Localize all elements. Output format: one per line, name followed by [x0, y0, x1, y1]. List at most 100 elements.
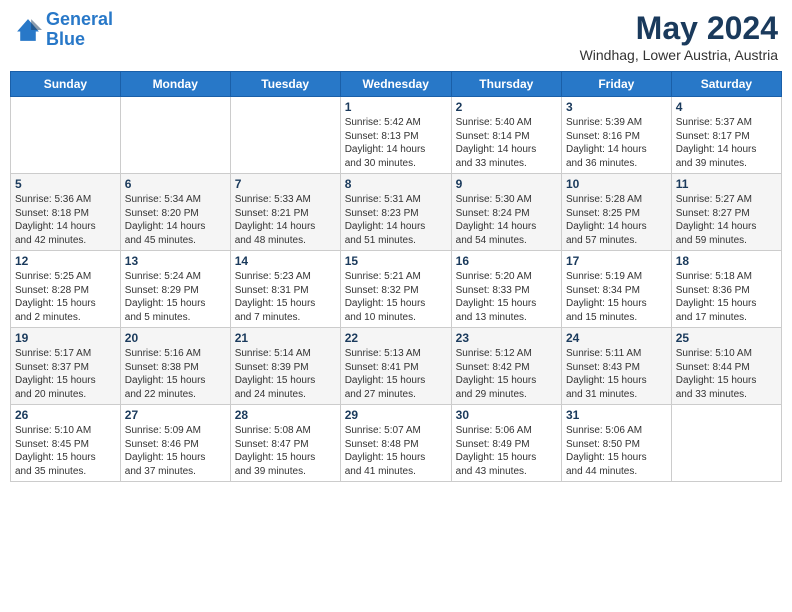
day-number: 25 [676, 331, 777, 345]
day-number: 20 [125, 331, 226, 345]
day-number: 7 [235, 177, 336, 191]
day-info: Sunrise: 5:42 AM Sunset: 8:13 PM Dayligh… [345, 116, 447, 170]
weekday-header-tuesday: Tuesday [230, 72, 340, 97]
day-number: 8 [345, 177, 447, 191]
calendar-cell: 4 Sunrise: 5:37 AM Sunset: 8:17 PM Daylig… [671, 97, 781, 174]
day-info: Sunrise: 5:16 AM Sunset: 8:38 PM Dayligh… [125, 347, 226, 401]
calendar-cell: 8 Sunrise: 5:31 AM Sunset: 8:23 PM Daylig… [340, 174, 451, 251]
day-number: 1 [345, 100, 447, 114]
day-number: 18 [676, 254, 777, 268]
calendar-cell: 2 Sunrise: 5:40 AM Sunset: 8:14 PM Daylig… [451, 97, 561, 174]
day-info: Sunrise: 5:40 AM Sunset: 8:14 PM Dayligh… [456, 116, 557, 170]
calendar-cell: 13Sunrise: 5:24 AM Sunset: 8:29 PM Dayli… [120, 251, 230, 328]
calendar-cell: 14 Sunrise: 5:23 AM Sunset: 8:31 PM Dayli… [230, 251, 340, 328]
calendar-cell: 11Sunrise: 5:27 AM Sunset: 8:27 PM Dayli… [671, 174, 781, 251]
day-number: 5 [15, 177, 116, 191]
weekday-header-thursday: Thursday [451, 72, 561, 97]
day-number: 4 [676, 100, 777, 114]
location-subtitle: Windhag, Lower Austria, Austria [580, 47, 778, 63]
calendar-cell [120, 97, 230, 174]
day-number: 26 [15, 408, 116, 422]
day-number: 2 [456, 100, 557, 114]
day-info: Sunrise: 5:34 AM Sunset: 8:20 PM Dayligh… [125, 193, 226, 247]
calendar-cell: 19 Sunrise: 5:17 AM Sunset: 8:37 PM Dayli… [11, 328, 121, 405]
calendar-cell: 29Sunrise: 5:07 AM Sunset: 8:48 PM Dayli… [340, 405, 451, 482]
calendar-cell [671, 405, 781, 482]
calendar-cell: 21 Sunrise: 5:14 AM Sunset: 8:39 PM Dayli… [230, 328, 340, 405]
week-row-2: 5 Sunrise: 5:36 AM Sunset: 8:18 PM Daylig… [11, 174, 782, 251]
week-row-1: 1 Sunrise: 5:42 AM Sunset: 8:13 PM Daylig… [11, 97, 782, 174]
day-info: Sunrise: 5:06 AM Sunset: 8:50 PM Dayligh… [566, 424, 667, 478]
day-number: 22 [345, 331, 447, 345]
day-number: 3 [566, 100, 667, 114]
day-number: 24 [566, 331, 667, 345]
day-info: Sunrise: 5:36 AM Sunset: 8:18 PM Dayligh… [15, 193, 116, 247]
calendar-cell: 24 Sunrise: 5:11 AM Sunset: 8:43 PM Dayli… [561, 328, 671, 405]
day-number: 15 [345, 254, 447, 268]
day-number: 31 [566, 408, 667, 422]
calendar-cell: 10Sunrise: 5:28 AM Sunset: 8:25 PM Dayli… [561, 174, 671, 251]
day-info: Sunrise: 5:19 AM Sunset: 8:34 PM Dayligh… [566, 270, 667, 324]
weekday-header-sunday: Sunday [11, 72, 121, 97]
calendar-cell: 26 Sunrise: 5:10 AM Sunset: 8:45 PM Dayli… [11, 405, 121, 482]
day-info: Sunrise: 5:25 AM Sunset: 8:28 PM Dayligh… [15, 270, 116, 324]
day-info: Sunrise: 5:07 AM Sunset: 8:48 PM Dayligh… [345, 424, 447, 478]
page-header: General Blue May 2024 Windhag, Lower Aus… [10, 10, 782, 63]
calendar-cell: 5 Sunrise: 5:36 AM Sunset: 8:18 PM Daylig… [11, 174, 121, 251]
logo-text: General Blue [46, 10, 113, 50]
calendar-cell: 25 Sunrise: 5:10 AM Sunset: 8:44 PM Dayli… [671, 328, 781, 405]
calendar-cell: 23Sunrise: 5:12 AM Sunset: 8:42 PM Dayli… [451, 328, 561, 405]
day-info: Sunrise: 5:37 AM Sunset: 8:17 PM Dayligh… [676, 116, 777, 170]
calendar-cell: 28 Sunrise: 5:08 AM Sunset: 8:47 PM Dayli… [230, 405, 340, 482]
day-number: 28 [235, 408, 336, 422]
day-number: 30 [456, 408, 557, 422]
day-info: Sunrise: 5:10 AM Sunset: 8:45 PM Dayligh… [15, 424, 116, 478]
day-info: Sunrise: 5:31 AM Sunset: 8:23 PM Dayligh… [345, 193, 447, 247]
week-row-4: 19 Sunrise: 5:17 AM Sunset: 8:37 PM Dayli… [11, 328, 782, 405]
month-title: May 2024 [580, 10, 778, 47]
calendar-cell: 20 Sunrise: 5:16 AM Sunset: 8:38 PM Dayli… [120, 328, 230, 405]
day-info: Sunrise: 5:28 AM Sunset: 8:25 PM Dayligh… [566, 193, 667, 247]
day-number: 27 [125, 408, 226, 422]
day-info: Sunrise: 5:10 AM Sunset: 8:44 PM Dayligh… [676, 347, 777, 401]
day-number: 14 [235, 254, 336, 268]
logo: General Blue [14, 10, 113, 50]
day-number: 12 [15, 254, 116, 268]
day-number: 19 [15, 331, 116, 345]
day-info: Sunrise: 5:30 AM Sunset: 8:24 PM Dayligh… [456, 193, 557, 247]
calendar-cell [11, 97, 121, 174]
calendar-cell: 30Sunrise: 5:06 AM Sunset: 8:49 PM Dayli… [451, 405, 561, 482]
weekday-header-monday: Monday [120, 72, 230, 97]
day-info: Sunrise: 5:20 AM Sunset: 8:33 PM Dayligh… [456, 270, 557, 324]
day-number: 11 [676, 177, 777, 191]
day-info: Sunrise: 5:18 AM Sunset: 8:36 PM Dayligh… [676, 270, 777, 324]
title-block: May 2024 Windhag, Lower Austria, Austria [580, 10, 778, 63]
day-info: Sunrise: 5:13 AM Sunset: 8:41 PM Dayligh… [345, 347, 447, 401]
calendar-cell: 15 Sunrise: 5:21 AM Sunset: 8:32 PM Dayli… [340, 251, 451, 328]
day-info: Sunrise: 5:23 AM Sunset: 8:31 PM Dayligh… [235, 270, 336, 324]
day-info: Sunrise: 5:11 AM Sunset: 8:43 PM Dayligh… [566, 347, 667, 401]
calendar-cell: 22 Sunrise: 5:13 AM Sunset: 8:41 PM Dayli… [340, 328, 451, 405]
day-info: Sunrise: 5:08 AM Sunset: 8:47 PM Dayligh… [235, 424, 336, 478]
calendar-cell [230, 97, 340, 174]
calendar-cell: 16 Sunrise: 5:20 AM Sunset: 8:33 PM Dayli… [451, 251, 561, 328]
calendar-cell: 18 Sunrise: 5:18 AM Sunset: 8:36 PM Dayli… [671, 251, 781, 328]
day-number: 6 [125, 177, 226, 191]
calendar-cell: 31 Sunrise: 5:06 AM Sunset: 8:50 PM Dayli… [561, 405, 671, 482]
day-number: 16 [456, 254, 557, 268]
day-info: Sunrise: 5:24 AM Sunset: 8:29 PM Dayligh… [125, 270, 226, 324]
day-number: 17 [566, 254, 667, 268]
logo-icon [14, 16, 42, 44]
day-info: Sunrise: 5:09 AM Sunset: 8:46 PM Dayligh… [125, 424, 226, 478]
day-number: 21 [235, 331, 336, 345]
day-info: Sunrise: 5:17 AM Sunset: 8:37 PM Dayligh… [15, 347, 116, 401]
calendar-cell: 1 Sunrise: 5:42 AM Sunset: 8:13 PM Daylig… [340, 97, 451, 174]
day-info: Sunrise: 5:14 AM Sunset: 8:39 PM Dayligh… [235, 347, 336, 401]
day-info: Sunrise: 5:21 AM Sunset: 8:32 PM Dayligh… [345, 270, 447, 324]
calendar-cell: 6 Sunrise: 5:34 AM Sunset: 8:20 PM Daylig… [120, 174, 230, 251]
day-number: 23 [456, 331, 557, 345]
calendar-cell: 3Sunrise: 5:39 AM Sunset: 8:16 PM Daylig… [561, 97, 671, 174]
day-info: Sunrise: 5:33 AM Sunset: 8:21 PM Dayligh… [235, 193, 336, 247]
weekday-header-row: SundayMondayTuesdayWednesdayThursdayFrid… [11, 72, 782, 97]
calendar-cell: 9Sunrise: 5:30 AM Sunset: 8:24 PM Daylig… [451, 174, 561, 251]
